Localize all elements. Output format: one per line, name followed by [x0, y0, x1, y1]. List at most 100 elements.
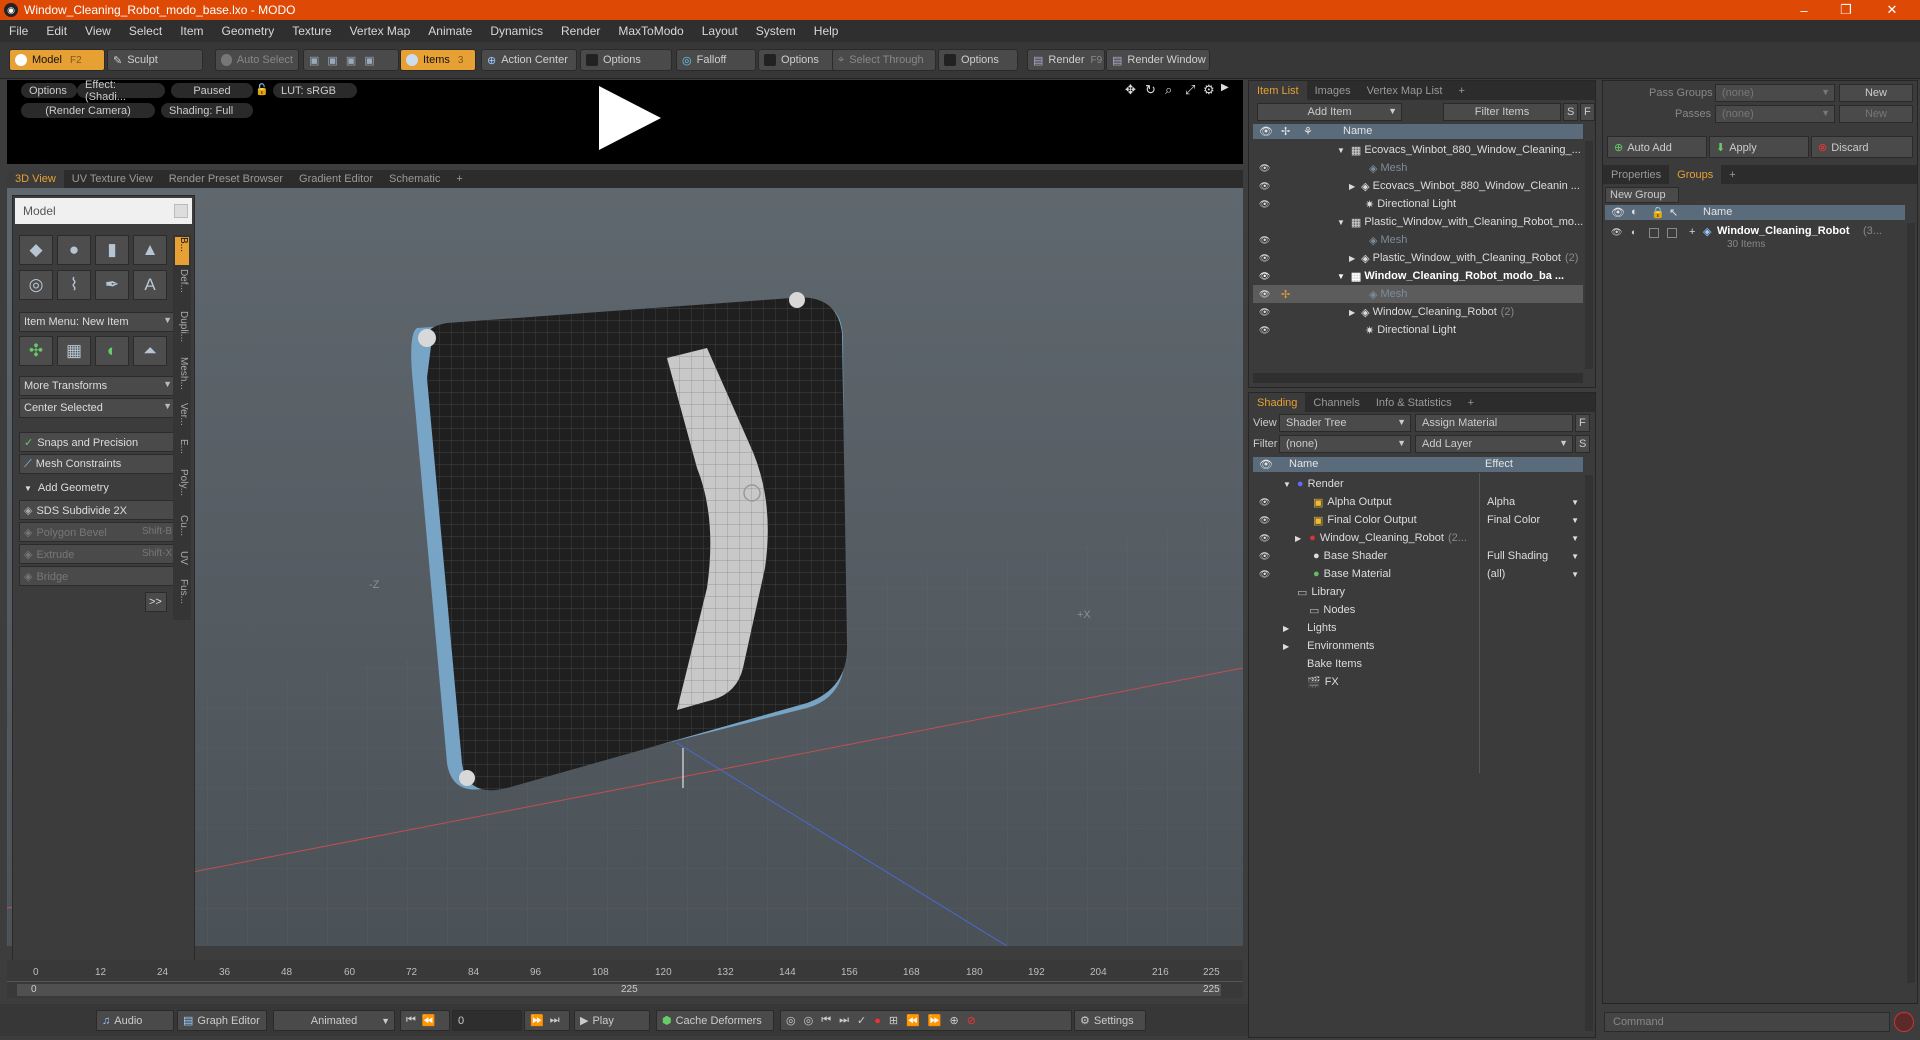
zoom-icon[interactable]: ⌕ [1165, 82, 1172, 98]
item-row[interactable]: 👁 ✷ Directional Light [1253, 321, 1583, 339]
sds-subdivide-button[interactable]: ◈ SDS Subdivide 2X [19, 500, 177, 520]
item-row[interactable]: 👁 ▼ ▦ Window_Cleaning_Robot_modo_ba ... [1253, 267, 1583, 285]
add-tab-button[interactable]: + [1450, 81, 1472, 100]
action-center-button[interactable]: ⊕ Action Center [481, 49, 577, 71]
render-toggle-icon[interactable]: ◐ [1631, 227, 1636, 237]
effect-dropdown-arrow[interactable]: ▼ [1571, 498, 1579, 507]
maximize-button[interactable]: ❐ [1826, 0, 1866, 20]
tab-uv-texture-view[interactable]: UV Texture View [64, 170, 161, 188]
play-preview-icon[interactable] [599, 86, 661, 150]
item-row[interactable]: 👁 ▶ ◈ Plastic_Window_with_Cleaning_Robot (2) [1253, 249, 1583, 267]
discard-button[interactable]: ⊗ Discard [1811, 136, 1913, 158]
frame-forward-group[interactable]: ⏩ ⏭ [524, 1010, 570, 1031]
vtab-polygon[interactable]: Poly... [175, 469, 189, 509]
settings-gear-icon[interactable]: ⚙ [1203, 82, 1215, 98]
add-item-dropdown[interactable]: Add Item ▼ [1257, 103, 1402, 121]
item-row[interactable]: 👁 ▶ ◈ Window_Cleaning_Robot (2) [1253, 303, 1583, 321]
effect-dropdown-arrow[interactable]: ▼ [1571, 534, 1579, 543]
preview-paused-button[interactable]: Paused [171, 83, 253, 98]
preview-effect-dropdown[interactable]: Effect: (Shadi... [77, 79, 165, 103]
add-tab-button[interactable]: + [1721, 165, 1743, 184]
tab-3d-view[interactable]: 3D View [7, 170, 64, 188]
shader-row[interactable]: ▶ Environments [1253, 637, 1583, 655]
falloff-options[interactable]: Options [758, 49, 838, 71]
shader-row[interactable]: 👁 ▣ Final Color Output Final Color ▼ [1253, 511, 1583, 529]
shader-row[interactable]: 👁 ● Base Material (all) ▼ [1253, 565, 1583, 583]
new-pass-group-button[interactable]: New [1839, 84, 1913, 102]
shader-row[interactable]: ▼ ● Render [1253, 475, 1583, 493]
pass-groups-dropdown[interactable]: (none) ▼ [1715, 84, 1835, 102]
menu-help[interactable]: Help [805, 24, 848, 38]
group-row[interactable]: 👁 ◐ + ◈ Window_Cleaning_Robot (3... 30 I… [1605, 223, 1905, 255]
expand-plus-icon[interactable]: + [1689, 226, 1695, 238]
menu-system[interactable]: System [747, 24, 805, 38]
item-row[interactable]: ▼ ▦ Ecovacs_Winbot_880_Window_Cleaning_... [1253, 141, 1583, 159]
current-frame-input[interactable]: 0 [452, 1010, 522, 1031]
shader-row[interactable]: 👁 ▶ ● Window_Cleaning_Robot (2... ▼ [1253, 529, 1583, 547]
add-layer-dropdown[interactable]: Add Layer ▼ [1415, 435, 1573, 453]
animated-dropdown[interactable]: Animated ▼ [273, 1010, 395, 1031]
shader-row[interactable]: 👁 ▣ Alpha Output Alpha ▼ [1253, 493, 1583, 511]
tab-gradient-editor[interactable]: Gradient Editor [291, 170, 381, 188]
shader-row[interactable]: 🎬 FX [1253, 673, 1583, 691]
tab-channels[interactable]: Channels [1305, 393, 1367, 412]
lock-icon[interactable]: 🔓 [255, 83, 269, 96]
effect-dropdown-arrow[interactable]: ▼ [1571, 570, 1579, 579]
move-icon[interactable]: ✥ [1125, 82, 1136, 98]
cone-primitive-icon[interactable]: ▲ [133, 235, 167, 265]
shader-row[interactable]: ▭ Nodes [1253, 601, 1583, 619]
extrude-button[interactable]: ◈ Extrude Shift-X [19, 544, 177, 564]
select-through-button[interactable]: ⌖ Select Through [832, 49, 936, 71]
transform-icon[interactable]: ✣ [19, 336, 53, 366]
add-tab-button[interactable]: + [1460, 393, 1482, 412]
shading-dropdown[interactable]: Shading: Full [161, 103, 253, 118]
search-s-button[interactable]: S [1563, 103, 1578, 121]
play-button[interactable]: ▶ Play [574, 1010, 650, 1031]
panel-close-button[interactable] [174, 204, 188, 218]
tab-schematic[interactable]: Schematic [381, 170, 448, 188]
item-row[interactable]: ▼ ▦ Plastic_Window_with_Cleaning_Robot_mo.… [1253, 213, 1583, 231]
items-mode-button[interactable]: Items 3 [400, 49, 476, 71]
tab-groups[interactable]: Groups [1669, 165, 1722, 184]
falloff-button[interactable]: ◎ Falloff [676, 49, 756, 71]
close-button[interactable]: ✕ [1872, 0, 1912, 20]
cache-deformers-button[interactable]: ⬢ Cache Deformers [656, 1010, 774, 1031]
camera-dropdown[interactable]: (Render Camera) [21, 103, 155, 118]
settings-button[interactable]: ⚙ Settings [1074, 1010, 1146, 1031]
torus-primitive-icon[interactable]: ◎ [19, 270, 53, 300]
vtab-curve[interactable]: Cu... [175, 515, 189, 545]
audio-button[interactable]: ♫ Audio [96, 1010, 174, 1031]
item-row-selected[interactable]: 👁 ✢ ◈ Mesh [1253, 285, 1583, 303]
menu-view[interactable]: View [76, 24, 120, 38]
effect-dropdown-arrow[interactable]: ▼ [1571, 552, 1579, 561]
selection-mode-group[interactable]: ▣ ▣ ▣ ▣ [303, 49, 399, 71]
item-row[interactable]: 👁 ✷ Directional Light [1253, 195, 1583, 213]
select-through-options[interactable]: Options [938, 49, 1018, 71]
auto-add-button[interactable]: ⊕ Auto Add [1607, 136, 1707, 158]
sculpt-mode-button[interactable]: ✎ Sculpt [107, 49, 203, 71]
scale-grid-icon[interactable]: ▦ [57, 336, 91, 366]
menu-item[interactable]: Item [171, 24, 212, 38]
stretch-icon[interactable]: ⏶ [133, 336, 167, 366]
polygon-bevel-button[interactable]: ◈ Polygon Bevel Shift-B [19, 522, 177, 542]
command-history-icon[interactable] [1894, 1012, 1914, 1032]
passes-dropdown[interactable]: (none) ▼ [1715, 105, 1835, 123]
preview-options-button[interactable]: Options [21, 83, 77, 98]
item-list-vscrollbar[interactable] [1585, 141, 1593, 369]
auto-select-button[interactable]: Auto Select [215, 49, 299, 71]
filter-f-button[interactable]: F [1580, 103, 1595, 121]
select-checkbox[interactable] [1667, 228, 1677, 238]
vtab-edge[interactable]: E... [175, 439, 189, 463]
item-row[interactable]: 👁 ◈ Mesh [1253, 231, 1583, 249]
vtab-vertex[interactable]: Ver... [175, 403, 189, 433]
mesh-constraints-button[interactable]: ⟋ Mesh Constraints [19, 454, 177, 474]
add-geometry-section[interactable]: ▼ Add Geometry [19, 478, 177, 498]
menu-texture[interactable]: Texture [283, 24, 340, 38]
fit-icon[interactable]: ⤢ [1185, 82, 1195, 98]
menu-maxtomodo[interactable]: MaxToModo [609, 24, 692, 38]
keying-tools-group[interactable]: ◎ ◎ ⏮ ⏭ ✓ ● ⊞ ⏪ ⏩ ⊕ ⊘ [780, 1010, 1072, 1031]
shader-row[interactable]: 👁 ● Base Shader Full Shading ▼ [1253, 547, 1583, 565]
graph-editor-button[interactable]: ▤ Graph Editor [177, 1010, 267, 1031]
playback-range-bar[interactable]: 0 225 225 [17, 984, 1221, 996]
snaps-precision-button[interactable]: ✓ Snaps and Precision [19, 432, 177, 452]
